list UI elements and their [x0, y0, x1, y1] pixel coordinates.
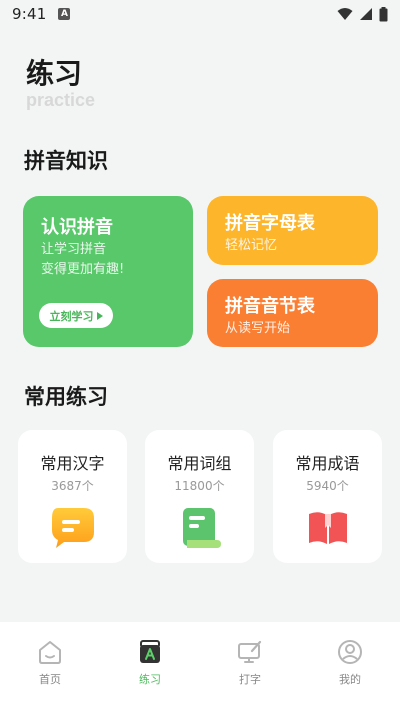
play-arrow-icon	[96, 311, 103, 320]
open-book-icon	[308, 512, 347, 544]
card-subtitle-line: 让学习拼音	[41, 242, 107, 257]
start-learning-button[interactable]: 立刻学习	[39, 303, 113, 328]
card-subtitle-line: 变得更加有趣!	[41, 262, 125, 277]
section-title-pinyin: 拼音知识	[24, 149, 108, 173]
practice-card-count: 5940个	[306, 479, 349, 493]
home-icon	[39, 641, 61, 664]
card-pinyin-alphabet[interactable]: 拼音字母表 轻松记忆	[207, 196, 378, 265]
practice-card-title: 常用词组	[167, 454, 232, 473]
nav-item-profile[interactable]: 我的	[300, 622, 400, 711]
practice-card-count: 3687个	[51, 479, 94, 493]
battery-icon	[379, 6, 388, 21]
nav-item-practice[interactable]: 练习	[100, 622, 200, 711]
page-subtitle: practice	[26, 90, 96, 110]
practice-card-characters[interactable]: 常用汉字 3687个	[18, 430, 127, 563]
practice-card-count: 11800个	[174, 479, 225, 493]
card-subtitle: 轻松记忆	[225, 238, 278, 253]
bottom-nav: 首页 练习 打字 我的	[0, 622, 400, 711]
nav-item-home[interactable]: 首页	[0, 622, 100, 711]
nav-label: 我的	[339, 673, 361, 686]
card-pinyin-syllables[interactable]: 拼音音节表 从读写开始	[207, 279, 378, 347]
nav-item-typing[interactable]: 打字	[200, 622, 300, 711]
practice-card-phrases[interactable]: 常用词组 11800个	[145, 430, 254, 563]
scroll-icon	[182, 508, 221, 548]
wifi-icon	[337, 8, 353, 20]
status-bar: 9:41 A	[0, 0, 400, 28]
section-title-common: 常用练习	[24, 385, 108, 409]
practice-book-icon	[140, 640, 160, 663]
nav-label: 练习	[139, 673, 161, 686]
notification-badge-icon: A	[58, 8, 71, 20]
practice-card-title: 常用汉字	[40, 454, 105, 473]
card-title: 认识拼音	[41, 217, 113, 238]
card-title: 拼音音节表	[225, 296, 315, 317]
status-time: 9:41	[12, 5, 47, 23]
card-learn-pinyin[interactable]: 认识拼音 让学习拼音 变得更加有趣! 立刻学习	[23, 196, 193, 347]
card-title: 拼音字母表	[225, 213, 315, 234]
profile-icon	[338, 640, 362, 664]
page-title: 练习	[26, 57, 83, 90]
status-icons	[337, 6, 388, 22]
nav-label: 首页	[39, 673, 61, 686]
signal-icon	[360, 8, 372, 20]
start-learning-label: 立刻学习	[49, 309, 94, 323]
card-subtitle: 让学习拼音 变得更加有趣!	[41, 240, 124, 280]
nav-label: 打字	[239, 673, 261, 686]
practice-card-idioms[interactable]: 常用成语 5940个	[273, 430, 382, 563]
practice-card-title: 常用成语	[295, 454, 360, 473]
typing-icon	[238, 640, 262, 663]
card-subtitle: 从读写开始	[225, 321, 291, 336]
chat-bubble-icon	[51, 508, 94, 548]
